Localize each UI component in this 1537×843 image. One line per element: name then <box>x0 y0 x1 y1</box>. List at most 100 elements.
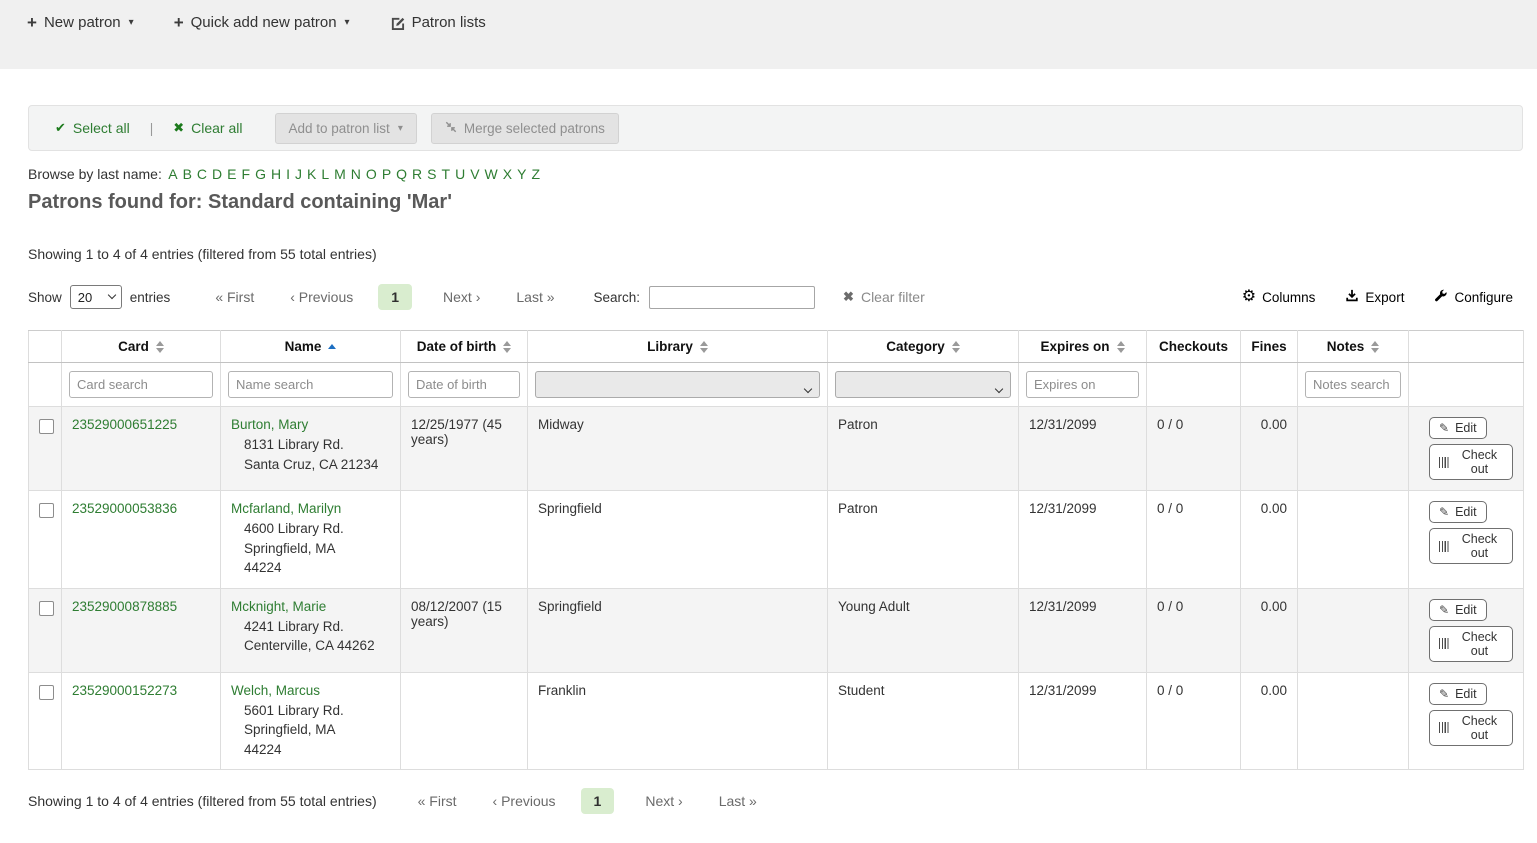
letter-link[interactable]: Z <box>531 166 540 182</box>
letter-link[interactable]: E <box>227 166 236 182</box>
edit-button[interactable]: ✎Edit <box>1429 683 1487 705</box>
expires-filter-input[interactable] <box>1026 371 1139 398</box>
patron-row: 23529000878885 Mcknight, Marie 4241 Libr… <box>29 588 1524 672</box>
card-number-link[interactable]: 23529000152273 <box>72 683 177 698</box>
first-page-button[interactable]: « First <box>204 284 265 310</box>
header-name[interactable]: Name <box>221 331 401 363</box>
x-icon: ✖ <box>173 120 184 136</box>
add-to-patron-list-button[interactable]: Add to patron list ▾ <box>275 113 417 144</box>
letter-link[interactable]: D <box>212 166 222 182</box>
category-cell: Patron <box>828 491 1019 589</box>
letter-link[interactable]: Y <box>517 166 526 182</box>
clear-filter-button[interactable]: ✖ Clear filter <box>843 289 925 305</box>
letter-link[interactable]: P <box>382 166 391 182</box>
letter-link[interactable]: C <box>197 166 207 182</box>
letter-link[interactable]: T <box>442 166 451 182</box>
card-filter-input[interactable] <box>69 371 213 398</box>
sort-icon <box>952 341 960 353</box>
dob-filter-input[interactable] <box>408 371 520 398</box>
table-footer: Showing 1 to 4 of 4 entries (filtered fr… <box>28 788 1523 814</box>
letter-link[interactable]: N <box>351 166 361 182</box>
patron-lists-button[interactable]: Patron lists <box>390 14 486 31</box>
check-out-button[interactable]: Check out <box>1429 626 1513 662</box>
category-filter-select[interactable] <box>835 371 1011 398</box>
check-out-button[interactable]: Check out <box>1429 710 1513 746</box>
header-date-of-birth[interactable]: Date of birth <box>401 331 528 363</box>
library-cell: Franklin <box>528 672 828 770</box>
patron-name-link[interactable]: Mcknight, Marie <box>231 599 326 614</box>
notes-filter-input[interactable] <box>1305 371 1401 398</box>
letter-link[interactable]: G <box>255 166 266 182</box>
letter-link[interactable]: L <box>321 166 329 182</box>
letter-link[interactable]: J <box>295 166 302 182</box>
dob-cell <box>401 672 528 770</box>
letter-link[interactable]: Q <box>396 166 407 182</box>
edit-button[interactable]: ✎Edit <box>1429 501 1487 523</box>
page-size-select[interactable]: 20 <box>70 285 122 309</box>
letter-link[interactable]: U <box>455 166 465 182</box>
letter-link[interactable]: A <box>168 166 177 182</box>
header-library[interactable]: Library <box>528 331 828 363</box>
expires-cell: 12/31/2099 <box>1019 672 1147 770</box>
select-all-button[interactable]: ✔ Select all <box>55 120 130 136</box>
show-label: Show <box>28 290 62 305</box>
header-expires-on[interactable]: Expires on <box>1019 331 1147 363</box>
letter-link[interactable]: S <box>427 166 436 182</box>
letter-link[interactable]: H <box>271 166 281 182</box>
letter-link[interactable]: R <box>412 166 422 182</box>
export-button[interactable]: Export <box>1345 289 1404 306</box>
next-page-button[interactable]: Next › <box>634 788 693 814</box>
letter-link[interactable]: M <box>334 166 346 182</box>
search-input[interactable] <box>649 286 815 309</box>
clear-all-button[interactable]: ✖ Clear all <box>173 120 242 136</box>
last-page-button[interactable]: Last » <box>505 284 565 310</box>
row-checkbox[interactable] <box>39 685 54 700</box>
pencil-icon: ✎ <box>1439 422 1449 434</box>
fines-cell: 0.00 <box>1241 491 1298 589</box>
letter-link[interactable]: V <box>470 166 479 182</box>
letter-link[interactable]: X <box>503 166 512 182</box>
row-checkbox[interactable] <box>39 601 54 616</box>
select-all-label: Select all <box>73 120 130 136</box>
card-number-link[interactable]: 23529000878885 <box>72 599 177 614</box>
check-out-button[interactable]: Check out <box>1429 528 1513 564</box>
letter-link[interactable]: I <box>286 166 290 182</box>
header-card[interactable]: Card <box>62 331 221 363</box>
patron-name-link[interactable]: Burton, Mary <box>231 417 308 432</box>
card-number-link[interactable]: 23529000053836 <box>72 501 177 516</box>
edit-button[interactable]: ✎Edit <box>1429 599 1487 621</box>
row-checkbox[interactable] <box>39 503 54 518</box>
first-page-button[interactable]: « First <box>407 788 468 814</box>
columns-label: Columns <box>1262 290 1315 305</box>
header-category[interactable]: Category <box>828 331 1019 363</box>
quick-add-patron-button[interactable]: + Quick add new patron ▾ <box>174 14 350 31</box>
row-checkbox[interactable] <box>39 419 54 434</box>
merge-selected-patrons-button[interactable]: Merge selected patrons <box>431 113 619 144</box>
patron-name-link[interactable]: Welch, Marcus <box>231 683 320 698</box>
previous-page-button[interactable]: ‹ Previous <box>482 788 567 814</box>
header-notes[interactable]: Notes <box>1298 331 1409 363</box>
letter-link[interactable]: B <box>183 166 192 182</box>
current-page-button[interactable]: 1 <box>581 788 615 814</box>
patron-name-link[interactable]: Mcfarland, Marilyn <box>231 501 341 516</box>
current-page-button[interactable]: 1 <box>378 284 412 310</box>
library-filter-select[interactable] <box>535 371 820 398</box>
letter-link[interactable]: W <box>485 166 498 182</box>
edit-button[interactable]: ✎Edit <box>1429 417 1487 439</box>
patron-row: 23529000152273 Welch, Marcus 5601 Librar… <box>29 672 1524 770</box>
letter-link[interactable]: O <box>366 166 377 182</box>
pagination-bottom: « First ‹ Previous 1 Next › Last » <box>407 788 768 814</box>
letter-link[interactable]: K <box>307 166 316 182</box>
letter-link[interactable]: F <box>242 166 251 182</box>
configure-button[interactable]: Configure <box>1434 289 1513 306</box>
name-filter-input[interactable] <box>228 371 393 398</box>
check-out-button[interactable]: Check out <box>1429 444 1513 480</box>
export-label: Export <box>1365 290 1404 305</box>
previous-page-button[interactable]: ‹ Previous <box>279 284 364 310</box>
columns-button[interactable]: ⚙ Columns <box>1242 289 1316 305</box>
next-page-button[interactable]: Next › <box>432 284 491 310</box>
card-number-link[interactable]: 23529000651225 <box>72 417 177 432</box>
browse-by-last-name: Browse by last name: ABCDEFGHIJKLMNOPQRS… <box>28 166 1523 182</box>
last-page-button[interactable]: Last » <box>708 788 768 814</box>
new-patron-button[interactable]: + New patron ▾ <box>27 14 134 31</box>
